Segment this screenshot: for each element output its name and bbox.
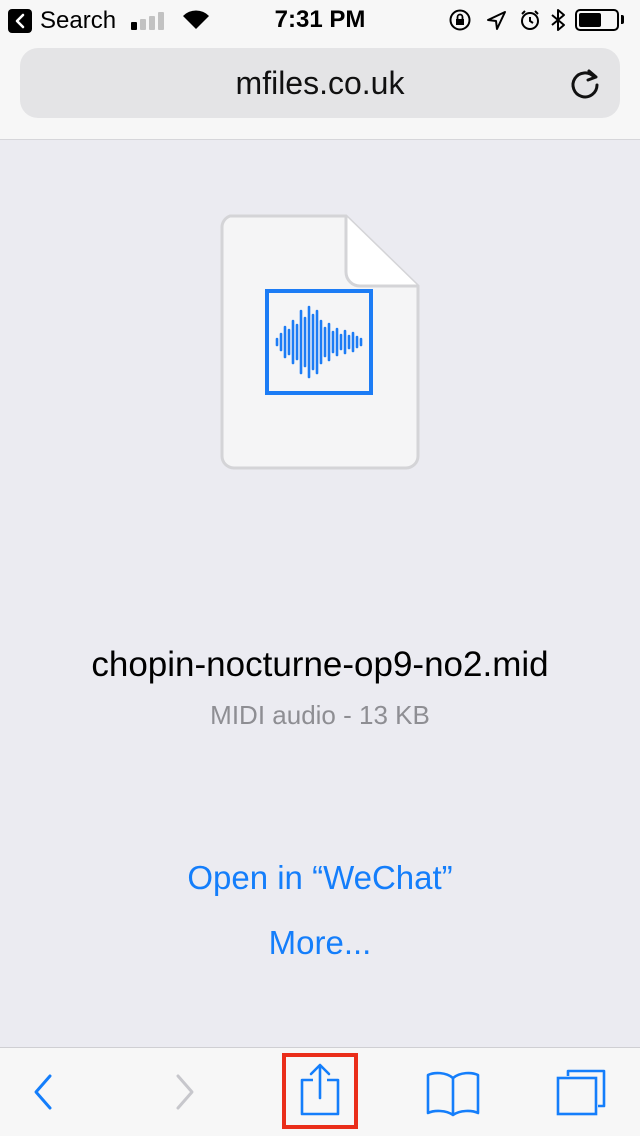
address-bar[interactable]: mfiles.co.uk: [20, 48, 620, 118]
share-button-highlight: [282, 1053, 358, 1129]
file-meta: MIDI audio - 13 KB: [210, 700, 430, 730]
url-text[interactable]: mfiles.co.uk: [20, 48, 620, 118]
status-icons: [449, 9, 565, 31]
bookmarks-icon[interactable]: [424, 1068, 482, 1118]
battery-icon: [575, 9, 619, 31]
location-arrow-icon: [487, 11, 506, 30]
battery-level-fill: [579, 13, 601, 27]
file-name: chopin-nocturne-op9-no2.mid: [91, 645, 549, 684]
battery-nub: [621, 15, 624, 24]
forward-icon[interactable]: [164, 1070, 204, 1114]
status-bar: Search 7:31 PM: [0, 0, 640, 40]
bluetooth-icon: [551, 9, 565, 31]
open-in-wechat-button[interactable]: Open in “WeChat”: [0, 855, 640, 901]
more-button[interactable]: More...: [0, 920, 640, 966]
safari-screen: Search 7:31 PM mfiles.co.uk chopin-noctu…: [0, 0, 640, 1136]
alarm-icon: [521, 10, 539, 30]
navigation-bar: mfiles.co.uk: [0, 40, 640, 140]
tabs-icon[interactable]: [554, 1066, 608, 1118]
lock-rotation-icon: [449, 9, 471, 31]
audio-waveform-document-icon: [220, 214, 420, 470]
back-icon[interactable]: [24, 1070, 64, 1114]
reload-icon[interactable]: [568, 66, 602, 100]
